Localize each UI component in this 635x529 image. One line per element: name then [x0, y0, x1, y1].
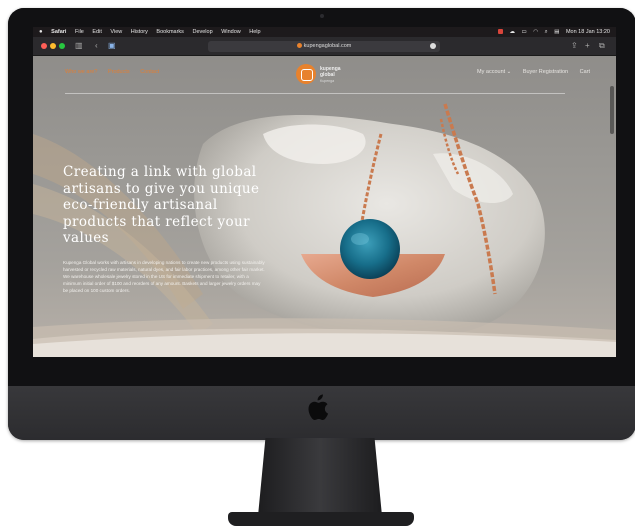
- reader-icon[interactable]: [430, 43, 436, 49]
- status-cloud-icon[interactable]: ☁: [509, 29, 515, 35]
- screen: ● Safari File Edit View History Bookmark…: [33, 27, 616, 357]
- kupenga-logo-icon: [296, 64, 316, 84]
- fullscreen-window-button[interactable]: [59, 43, 65, 49]
- nav-products[interactable]: Products: [108, 69, 130, 75]
- sidebar-toggle-icon[interactable]: ▥: [75, 40, 83, 52]
- safari-toolbar: ▥ ‹ ▣ kupengaglobal.com ⇪ + ⧉: [33, 37, 616, 56]
- imac-stand: [258, 438, 382, 516]
- menubar-clock[interactable]: Mon 18 Jan 13:20: [566, 29, 610, 35]
- nav-contact[interactable]: Contact: [140, 69, 159, 75]
- menu-history[interactable]: History: [131, 29, 148, 35]
- my-account-link[interactable]: My account ⌄: [477, 69, 511, 75]
- new-tab-icon[interactable]: +: [585, 40, 590, 52]
- buyer-registration-link[interactable]: Buyer Registration: [523, 69, 568, 75]
- address-bar[interactable]: kupengaglobal.com: [208, 41, 440, 52]
- site-logo[interactable]: kupenga global Kupenga: [296, 64, 356, 86]
- logo-subtext: Kupenga: [320, 79, 335, 83]
- menu-file[interactable]: File: [75, 29, 84, 35]
- nav-who-we-are[interactable]: Who we are?: [65, 69, 97, 75]
- address-url: kupengaglobal.com: [303, 43, 352, 49]
- imac-stand-foot: [228, 512, 414, 526]
- camera-icon: [320, 14, 324, 18]
- status-battery-icon[interactable]: ▭: [522, 29, 527, 35]
- logo-text-line-2: global: [320, 71, 335, 78]
- site-favicon-icon: [296, 43, 302, 49]
- main-nav: Who we are? Products Contact: [65, 69, 168, 75]
- turquoise-stone-shape: [340, 219, 400, 279]
- menu-safari[interactable]: Safari: [51, 29, 66, 35]
- menu-edit[interactable]: Edit: [92, 29, 101, 35]
- minimize-window-button[interactable]: [50, 43, 56, 49]
- menu-bookmarks[interactable]: Bookmarks: [156, 29, 184, 35]
- page-scrollbar[interactable]: [610, 86, 614, 134]
- macos-menubar: ● Safari File Edit View History Bookmark…: [33, 27, 616, 37]
- account-nav: My account ⌄ Buyer Registration Cart: [467, 69, 590, 75]
- back-icon[interactable]: ‹: [95, 40, 98, 52]
- menu-view[interactable]: View: [110, 29, 122, 35]
- menu-help[interactable]: Help: [249, 29, 260, 35]
- nav-divider: [65, 93, 565, 94]
- hero-paragraph: Kupenga Global works with artisans in de…: [63, 260, 265, 272]
- tabs-icon[interactable]: ⧉: [599, 40, 605, 52]
- webpage: Who we are? Products Contact kupenga glo…: [33, 56, 616, 357]
- cart-link[interactable]: Cart: [580, 69, 590, 75]
- menu-window[interactable]: Window: [221, 29, 241, 35]
- control-center-icon[interactable]: ▤: [554, 29, 559, 35]
- hero-body: Kupenga Global works with artisans in de…: [63, 260, 265, 296]
- apple-menu-icon[interactable]: ●: [39, 29, 43, 35]
- apple-logo-icon: [308, 394, 329, 421]
- spotlight-search-icon[interactable]: ⌕: [545, 29, 548, 35]
- wifi-icon[interactable]: ◠: [533, 29, 538, 35]
- close-window-button[interactable]: [41, 43, 47, 49]
- share-icon[interactable]: ⇪: [571, 40, 578, 52]
- hero-headline: Creating a link with global artisans to …: [63, 164, 260, 246]
- tab-overview-icon[interactable]: ▣: [108, 40, 116, 52]
- status-app-icon[interactable]: [497, 29, 503, 35]
- hero-paragraph: We warehouse wholesale jewelry stored in…: [63, 274, 261, 293]
- menu-develop[interactable]: Develop: [192, 29, 212, 35]
